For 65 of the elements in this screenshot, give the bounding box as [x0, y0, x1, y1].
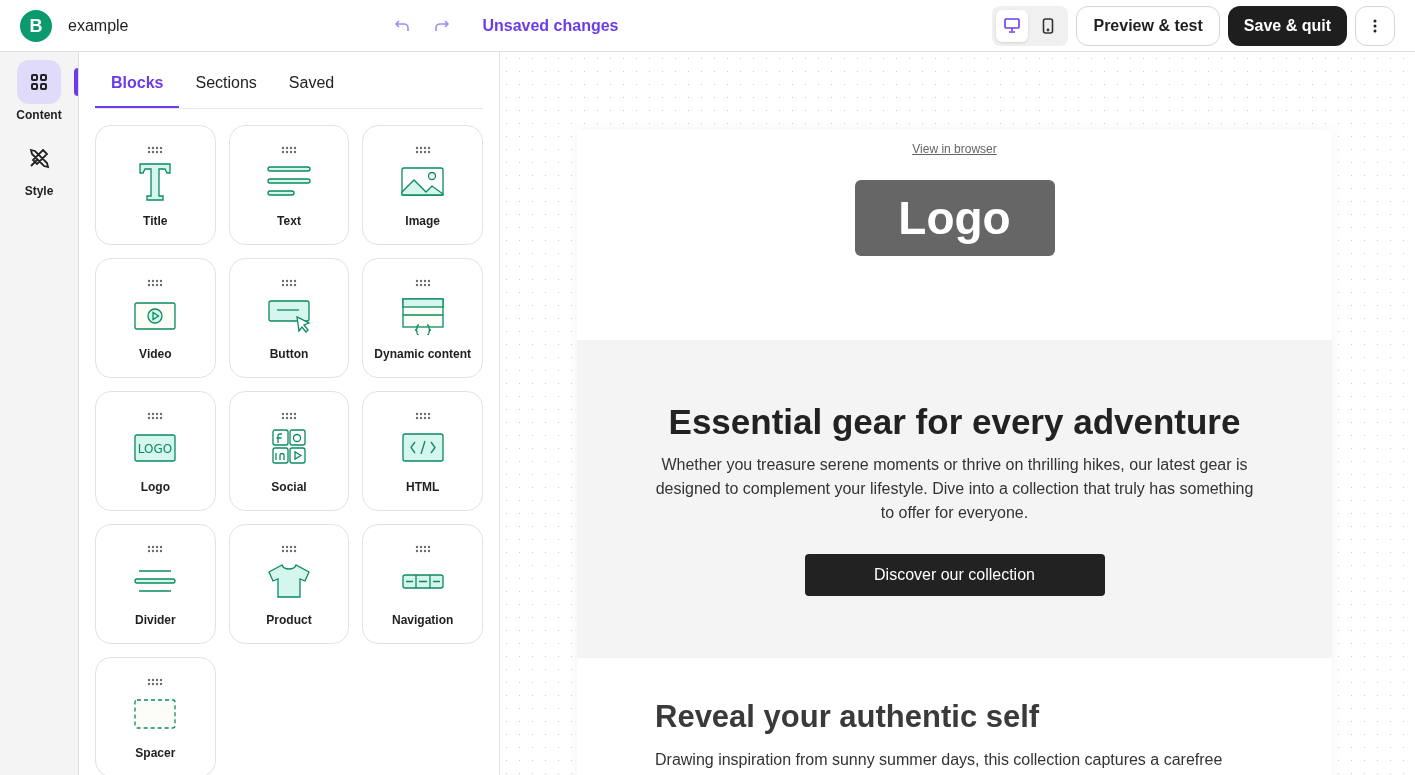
section-paragraph: Drawing inspiration from sunny summer days, this collection captures a carefree [655, 750, 1224, 769]
drag-handle-icon[interactable] [414, 545, 431, 553]
brush-pencil-icon [28, 147, 50, 169]
section-heading: Reveal your authentic self [655, 698, 1041, 736]
grid-icon [30, 73, 48, 91]
panel-tab[interactable]: Sections [179, 60, 273, 108]
drag-handle-icon[interactable] [414, 146, 431, 154]
drag-handle-icon[interactable] [281, 146, 297, 154]
block-card[interactable]: HTML [362, 391, 483, 511]
phone-icon [1042, 17, 1055, 34]
preview-button[interactable]: Preview & test [1076, 5, 1220, 46]
save-status: Unsaved changes [482, 15, 619, 36]
block-card[interactable]: Video [95, 258, 216, 378]
drag-handle-icon[interactable] [147, 412, 164, 420]
more-options-icon [1373, 18, 1377, 33]
block-label: Social [271, 479, 307, 496]
hero-paragraph: Whether you treasure serene moments or thrive on thrilling hikes, our latest gear is designed to complement your lifestyle. Dive into a collection that truly has something to offer for everyone. [654, 454, 1255, 523]
block-card[interactable]: Image [362, 125, 483, 245]
block-card[interactable]: Navigation [362, 524, 483, 644]
block-label: HTML [406, 479, 440, 496]
block-label: Product [266, 612, 312, 629]
sidebar-tab[interactable]: Content [0, 60, 78, 124]
drag-handle-icon[interactable] [147, 678, 164, 686]
drag-handle-icon[interactable] [281, 545, 297, 553]
document-name[interactable]: example [68, 13, 129, 38]
block-label: Button [269, 346, 309, 363]
block-label: Dynamic content [374, 346, 471, 363]
drag-handle-icon[interactable] [414, 279, 431, 287]
block-label: Image [405, 213, 440, 230]
block-card[interactable]: Spacer [95, 657, 216, 775]
block-card[interactable]: Text [228, 125, 350, 245]
panel-tab[interactable]: Blocks [95, 60, 180, 108]
drag-handle-icon[interactable] [281, 412, 297, 420]
block-label: Divider [135, 612, 176, 629]
block-card[interactable]: LOGO Logo [95, 391, 216, 511]
block-label: Navigation [392, 612, 454, 629]
drag-handle-icon[interactable] [281, 279, 297, 287]
monitor-icon [1004, 18, 1021, 33]
desktop-view-button[interactable] [996, 9, 1029, 42]
block-card[interactable]: Divider [95, 524, 216, 644]
hero-heading: Essential gear for every adventure [668, 401, 1241, 443]
block-card[interactable]: Product [228, 524, 350, 644]
sidebar-tab[interactable]: Style [0, 136, 78, 200]
block-label: Text [277, 213, 301, 230]
save-quit-button[interactable]: Save & quit [1227, 5, 1347, 46]
block-label: Spacer [135, 745, 176, 762]
drag-handle-icon[interactable] [414, 412, 431, 420]
block-card[interactable]: Dynamic content [362, 258, 483, 378]
drag-handle-icon[interactable] [147, 279, 164, 287]
undo-icon [394, 18, 411, 33]
drag-handle-icon[interactable] [147, 146, 164, 154]
block-label: Title [143, 213, 168, 230]
block-card[interactable]: Title [95, 125, 216, 245]
block-label: Logo [140, 479, 170, 496]
discover-button[interactable]: Discover our collection [804, 553, 1105, 596]
panel-tab[interactable]: Saved [272, 60, 351, 108]
view-in-browser-link[interactable]: View in browser [912, 140, 997, 158]
block-card[interactable]: Social [228, 391, 350, 511]
block-label: Video [139, 346, 172, 363]
drag-handle-icon[interactable] [147, 545, 164, 553]
redo-icon [434, 18, 451, 33]
email-logo: Logo [854, 180, 1055, 256]
block-card[interactable]: Button [228, 258, 350, 378]
active-indicator [74, 68, 78, 96]
app-logo[interactable]: B [20, 9, 52, 42]
